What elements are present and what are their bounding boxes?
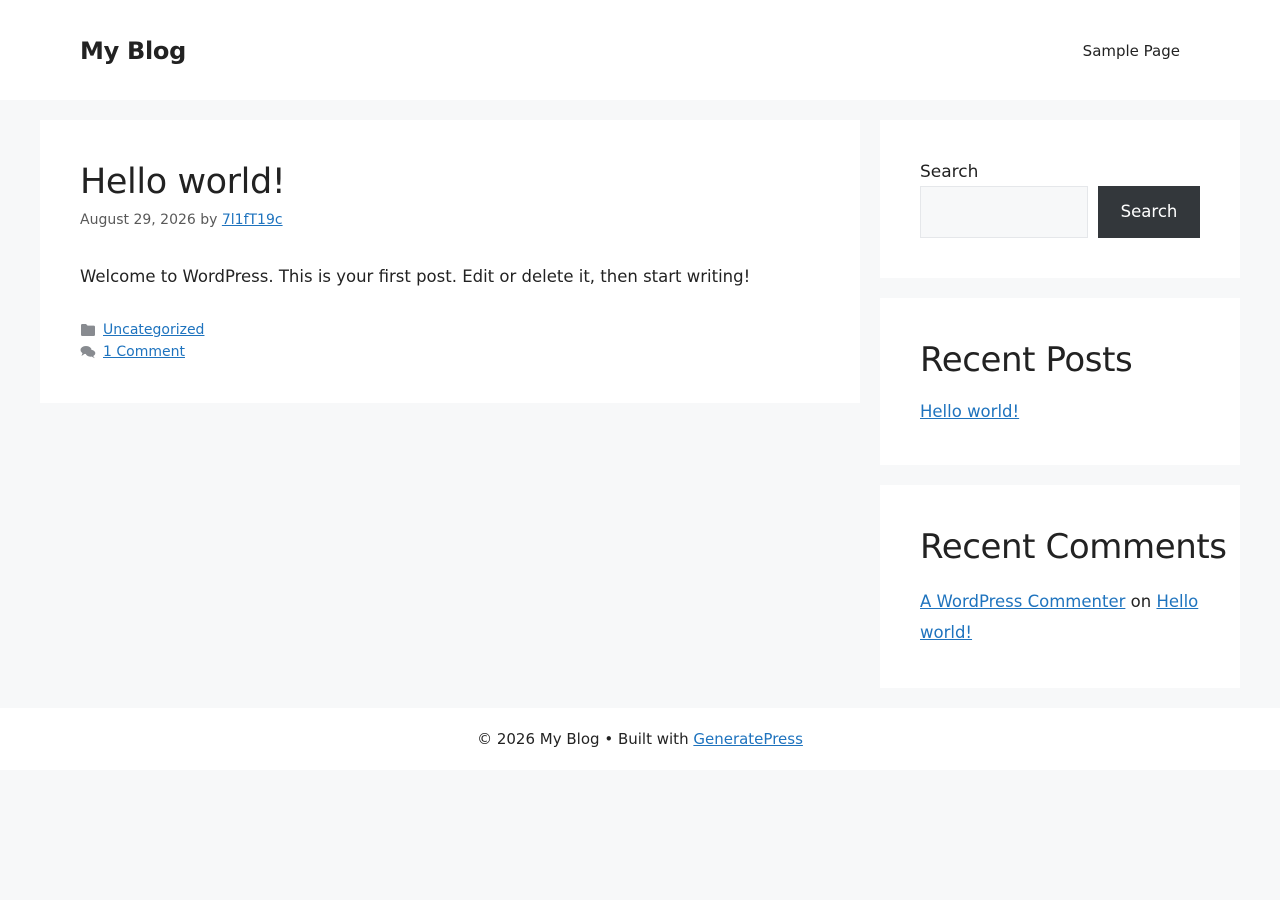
post-date: August 29, 2026 (80, 212, 196, 228)
recent-comments-widget: Recent Comments A WordPress Commenter on… (880, 485, 1240, 688)
recent-posts-widget: Recent Posts Hello world! (880, 298, 1240, 465)
post-comments-link[interactable]: 1 Comment (103, 342, 185, 362)
post-author-link[interactable]: 7l1fT19c (222, 212, 283, 228)
site-footer: © 2026 My Blog • Built with GeneratePres… (0, 708, 1280, 770)
post-comments-row: 1 Comment (80, 342, 185, 362)
site-header: My Blog Sample Page (0, 0, 1280, 100)
post-category-link[interactable]: Uncategorized (103, 320, 204, 340)
recent-post-link[interactable]: Hello world! (920, 401, 1019, 423)
post-content: Welcome to WordPress. This is your first… (80, 267, 751, 286)
footer-copyright: © 2026 My Blog (477, 730, 600, 748)
post-article: Hello world! August 29, 2026 by 7l1fT19c… (40, 120, 860, 403)
recent-posts-title: Recent Posts (920, 340, 1133, 380)
footer-built-with: Built with (617, 730, 689, 748)
recent-comment-item: A WordPress Commenter on Hello world! (920, 586, 1200, 648)
search-input[interactable] (920, 186, 1088, 238)
footer-separator: • (604, 730, 614, 748)
recent-comments-title: Recent Comments (920, 527, 1227, 567)
comments-icon (80, 346, 96, 359)
comment-author-link[interactable]: A WordPress Commenter (920, 592, 1125, 611)
post-title: Hello world! (80, 162, 286, 202)
post-by-label: by (200, 212, 218, 228)
post-meta: August 29, 2026 by 7l1fT19c (80, 210, 283, 230)
nav-item-sample-page[interactable]: Sample Page (1083, 41, 1180, 61)
search-label: Search (920, 162, 979, 182)
search-widget: Search Search (880, 120, 1240, 278)
footer-theme-link[interactable]: GeneratePress (693, 730, 803, 748)
search-button[interactable]: Search (1098, 186, 1200, 238)
folder-icon (81, 324, 95, 336)
comment-on-label: on (1130, 592, 1152, 611)
site-title[interactable]: My Blog (80, 36, 186, 66)
post-category-row: Uncategorized (80, 320, 204, 340)
